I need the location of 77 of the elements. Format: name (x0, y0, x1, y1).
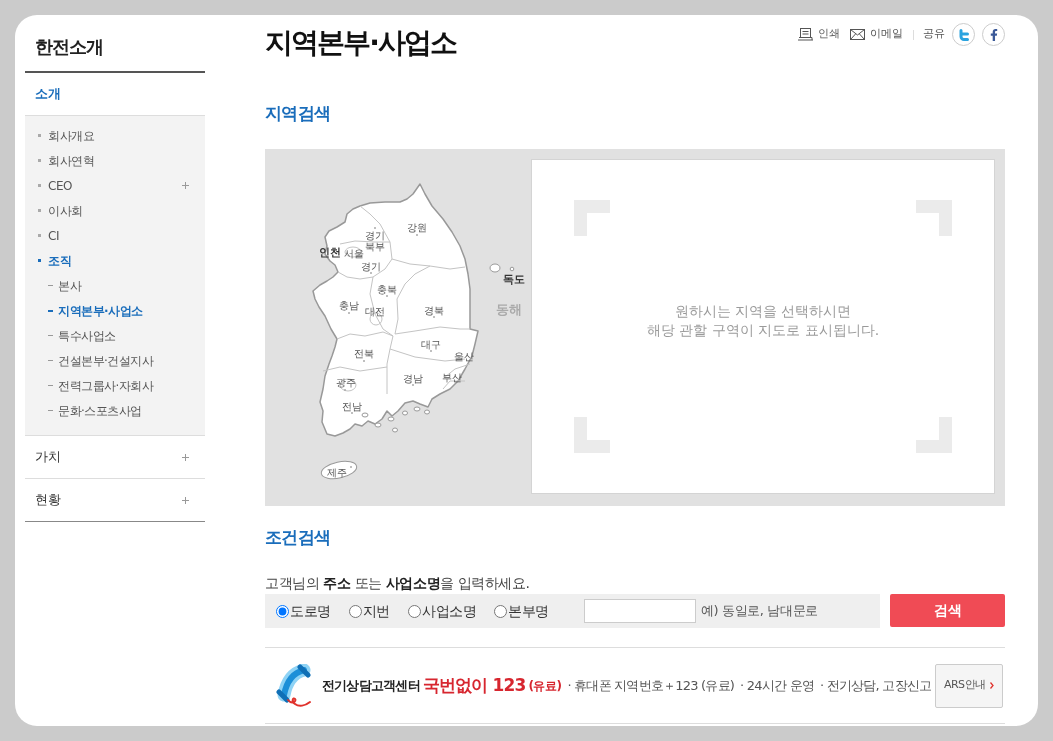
ars-button[interactable]: ARS안내 (935, 663, 1004, 708)
print-icon (798, 28, 813, 41)
page-title: 지역본부·사업소 (265, 26, 456, 60)
mail-icon (850, 29, 865, 40)
sidebar-item-link[interactable]: CEO (48, 176, 72, 195)
dash-icon (48, 309, 53, 312)
sidebar-subitem-link[interactable]: 건설본부·건설지사 (58, 351, 154, 370)
tool-link[interactable]: 이메일 (850, 26, 903, 43)
map-region-label[interactable]: 전북 (351, 347, 377, 359)
example-text: 예) 동일로, 남대문로 (701, 602, 818, 621)
section-heading: 지역검색 (265, 102, 332, 125)
tool-link[interactable]: 인쇄 (798, 26, 840, 43)
map-region-label[interactable]: 광주 (333, 376, 359, 388)
sidebar-subitem-link[interactable]: 본사 (58, 276, 82, 295)
bullet-icon (38, 259, 41, 262)
sidebar-section-link[interactable]: 가치 (35, 447, 61, 467)
bullet-icon (38, 134, 41, 137)
radio-button[interactable] (276, 604, 289, 618)
sidebar-item-link[interactable]: 조직 (48, 251, 72, 270)
sidebar-subitem-link[interactable]: 문화·스포츠사업 (58, 401, 142, 420)
sidebar-item-link[interactable]: CI (48, 226, 59, 245)
phone-number: 국번없이 123 (422, 673, 526, 697)
bullet-icon (38, 234, 41, 237)
dash-icon (48, 335, 53, 336)
sidebar-subitem-link[interactable]: 특수사업소 (58, 326, 116, 345)
center-name: 전기상담고객센터 (322, 676, 420, 695)
twitter-icon (958, 28, 969, 41)
fee-note: (유료) (528, 677, 562, 695)
map-region-label[interactable]: 경북 (421, 304, 447, 316)
chevron-right-icon (990, 682, 995, 689)
dash-icon (48, 285, 53, 286)
center-info-text: · 24시간 운영 (740, 676, 815, 695)
radio-button[interactable] (407, 604, 421, 618)
share-label: 공유 (923, 26, 945, 43)
map-hint-text: 해당 관할 구역이 지도로 표시됩니다. (646, 320, 880, 340)
bullet-icon (38, 184, 41, 187)
share-button[interactable] (982, 23, 1005, 46)
radio-label[interactable]: 도로명 (290, 600, 331, 622)
center-info-text: · 휴대폰 지역번호＋123 (유료) (567, 676, 735, 695)
sidebar-subitem-link[interactable]: 지역본부·사업소 (58, 301, 143, 320)
sidebar-subitem-link[interactable]: 전력그룹사·자회사 (58, 376, 154, 395)
instruction-text: 고객님의 주소 또는 사업소명을 입력하세요. (265, 574, 531, 593)
dash-icon (48, 360, 53, 361)
sidebar-title: 한전소개 (34, 35, 105, 59)
sidebar-section-link[interactable]: 소개 (35, 84, 61, 104)
radio-label[interactable]: 사업소명 (421, 600, 477, 622)
share-button[interactable] (952, 23, 975, 46)
map-region-label[interactable]: 충남 (336, 299, 362, 311)
sidebar-section-link[interactable]: 현황 (35, 490, 61, 510)
bullet-icon (38, 209, 41, 212)
map-region-label[interactable]: 경기 (358, 260, 384, 272)
map-region-label[interactable]: 대구 (418, 338, 444, 350)
search-button[interactable]: 검색 (890, 594, 1005, 627)
map-region-label[interactable]: 전남 (339, 400, 365, 412)
map-region-label[interactable]: 경남 (400, 372, 426, 384)
dash-icon (48, 410, 53, 411)
search-input[interactable] (584, 599, 696, 623)
sidebar-item-link[interactable]: 이사회 (48, 201, 83, 220)
map-hint-text: 원하시는 지역을 선택하시면 (674, 301, 852, 321)
section-heading: 조건검색 (265, 526, 332, 549)
bullet-icon (38, 159, 41, 162)
sidebar-item-link[interactable]: 회사개요 (48, 126, 95, 145)
radio-button[interactable] (348, 604, 362, 618)
map-region-label[interactable]: 충북 (374, 283, 400, 295)
map-region-label[interactable]: 부산 (439, 371, 465, 383)
phone-icon (275, 663, 313, 708)
sidebar-item-link[interactable]: 회사연혁 (48, 151, 95, 170)
dash-icon (48, 385, 53, 386)
map-region-label[interactable]: 강원 (404, 221, 430, 233)
map-region-label[interactable]: 독도 (501, 274, 527, 286)
radio-button[interactable] (494, 604, 508, 618)
map-region-label[interactable]: 인천 (317, 247, 343, 259)
radio-label[interactable]: 지번 (362, 600, 390, 622)
radio-label[interactable]: 본부명 (508, 600, 549, 622)
center-info-text: · 전기상담, 고장신고 (820, 676, 932, 695)
map-region-label[interactable]: 울산 (451, 350, 477, 362)
map-region-label[interactable]: 대전 (362, 305, 388, 317)
